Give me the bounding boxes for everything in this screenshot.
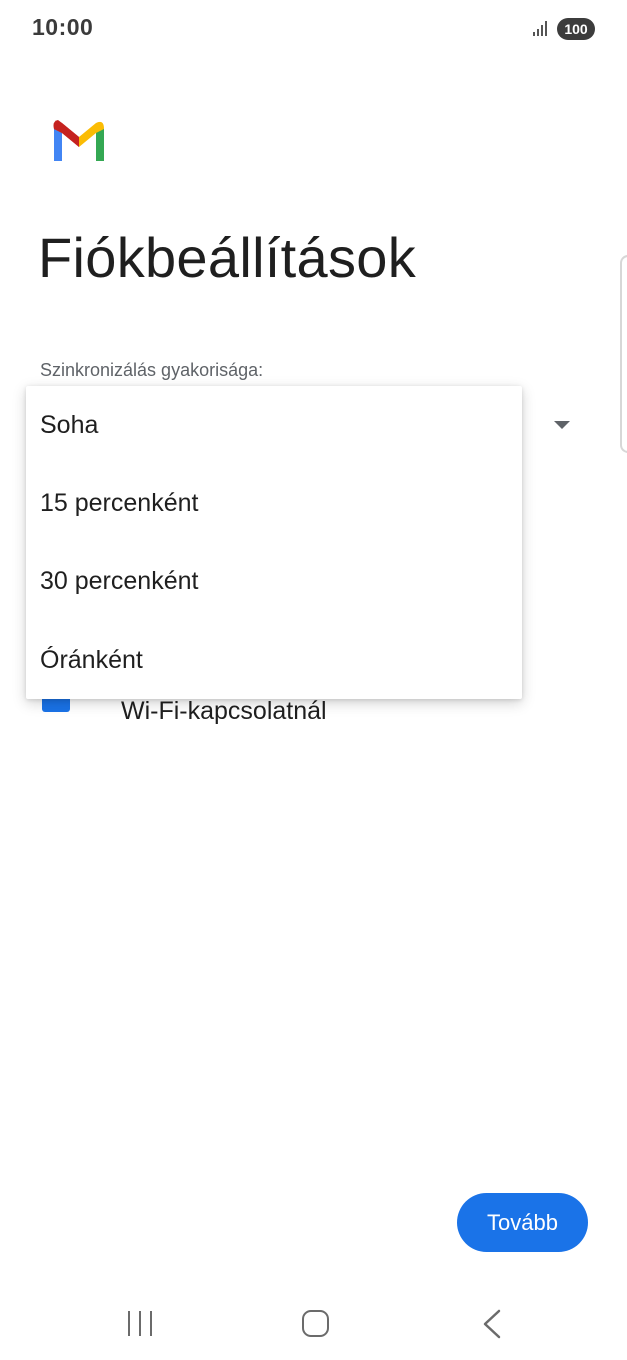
recents-icon[interactable] [127, 1311, 153, 1336]
battery-icon: 100 [557, 18, 595, 40]
dropdown-option-never[interactable]: Soha [26, 386, 522, 464]
back-icon[interactable] [481, 1309, 503, 1339]
chevron-down-icon[interactable] [554, 421, 570, 429]
screen: 10:00 100 Fiókbeállítások Szinkronizálás… [0, 0, 627, 1360]
gmail-logo-icon [53, 120, 104, 161]
sync-frequency-label: Szinkronizálás gyakorisága: [40, 360, 264, 380]
status-bar: 10:00 100 [0, 0, 627, 58]
status-time: 10:00 [32, 14, 94, 40]
page-title: Fiókbeállítások [38, 226, 417, 289]
sync-frequency-dropdown: Soha 15 percenként 30 percenként Óránkén… [26, 386, 522, 699]
wifi-checkbox-label: Wi-Fi-kapcsolatnál [121, 697, 327, 725]
dropdown-option-15-min[interactable]: 15 percenként [26, 464, 522, 542]
edge-panel-handle[interactable] [620, 255, 627, 453]
dropdown-option-30-min[interactable]: 30 percenként [26, 542, 522, 620]
next-button[interactable]: Tovább [457, 1193, 588, 1252]
signal-bars-icon [533, 21, 547, 36]
home-icon[interactable] [302, 1310, 329, 1337]
dropdown-option-hourly[interactable]: Óránként [26, 621, 522, 699]
